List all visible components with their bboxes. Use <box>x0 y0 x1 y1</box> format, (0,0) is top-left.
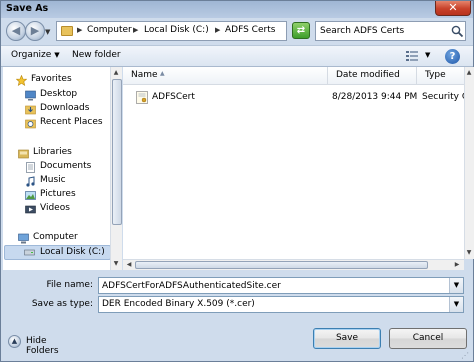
column-header-label: Name <box>131 70 158 80</box>
organize-menu[interactable]: Organize ▼ <box>11 50 60 60</box>
nav-favorites-label: Favorites <box>31 74 72 84</box>
recent-locations-dropdown[interactable]: ▼ <box>45 28 50 36</box>
nav-pane-scrollbar[interactable]: ▲ ▼ <box>110 67 122 270</box>
chevron-up-icon: ▲ <box>8 335 21 348</box>
nav-computer-label: Computer <box>33 232 78 242</box>
music-icon <box>26 176 35 187</box>
nav-libraries-label: Libraries <box>33 147 72 157</box>
file-name-label: File name: <box>46 280 93 290</box>
navigation-pane: Favorites Desktop Downloads Recent Place… <box>3 67 119 270</box>
scroll-down-arrow[interactable]: ▼ <box>111 260 121 267</box>
title-bar[interactable]: Save As ✕ <box>1 1 473 18</box>
sort-ascending-icon: ▲ <box>160 70 165 77</box>
resize-grip-icon[interactable]: ⋰ <box>461 351 469 360</box>
certificate-file-icon <box>136 91 148 104</box>
save-button[interactable]: Save <box>313 328 381 349</box>
chevron-right-icon[interactable]: ▶ <box>215 26 220 34</box>
chevron-down-icon[interactable]: ▼ <box>449 297 463 312</box>
file-date-modified: 8/28/2013 9:44 PM <box>332 92 418 102</box>
nav-item-label: Desktop <box>40 89 78 99</box>
save-as-type-label: Save as type: <box>31 299 93 309</box>
refresh-button[interactable]: ⇄ <box>292 22 310 39</box>
save-as-type-select[interactable]: DER Encoded Binary X.509 (*.cer) ▼ <box>98 296 464 313</box>
recent-places-icon <box>25 119 36 129</box>
table-row[interactable]: ADFSCert 8/28/2013 9:44 PM Security Cert <box>136 90 464 106</box>
scroll-left-arrow[interactable]: ◀ <box>124 261 134 268</box>
view-dropdown[interactable]: ▼ <box>425 51 430 59</box>
save-as-dialog: Save As ✕ ◀ ▶ ▼ ▶ Computer ▶ Local Disk … <box>0 0 474 362</box>
hide-folders-label: Hide Folders <box>26 336 59 356</box>
nav-scroll-thumb[interactable] <box>112 79 122 225</box>
nav-item-label: Recent Places <box>40 117 103 127</box>
folder-icon <box>61 26 73 36</box>
column-header-label: Type <box>425 70 446 80</box>
computer-icon <box>18 233 29 244</box>
chevron-down-icon: ▼ <box>54 51 60 59</box>
column-header-type[interactable]: Type <box>417 67 464 85</box>
scroll-down-arrow[interactable]: ▼ <box>465 249 473 256</box>
close-button[interactable]: ✕ <box>435 1 471 16</box>
chevron-down-icon[interactable]: ▼ <box>449 278 463 293</box>
save-as-type-value: DER Encoded Binary X.509 (*.cer) <box>102 299 255 309</box>
search-input[interactable] <box>316 22 449 40</box>
desktop-icon <box>25 90 36 101</box>
pictures-icon <box>25 191 36 200</box>
forward-button[interactable]: ▶ <box>25 21 45 41</box>
cancel-button[interactable]: Cancel <box>389 328 467 349</box>
window-title: Save As <box>6 3 49 14</box>
breadcrumb-computer[interactable]: Computer <box>87 25 132 35</box>
horizontal-scroll-thumb[interactable] <box>135 261 428 269</box>
help-button[interactable]: ? <box>445 49 460 64</box>
nav-item-label: Pictures <box>40 189 76 199</box>
nav-item-label: Music <box>40 175 66 185</box>
back-button[interactable]: ◀ <box>6 21 26 41</box>
chevron-right-icon[interactable]: ▶ <box>133 26 138 34</box>
new-folder-button[interactable]: New folder <box>72 50 121 60</box>
file-list-horizontal-scrollbar[interactable]: ◀ ▶ <box>123 259 464 270</box>
downloads-folder-icon <box>25 105 36 115</box>
documents-icon <box>26 162 35 173</box>
breadcrumb-local-disk[interactable]: Local Disk (C:) <box>144 25 209 35</box>
column-header-name[interactable]: Name ▲ <box>123 67 328 85</box>
view-options-icon[interactable] <box>405 50 419 62</box>
scroll-up-arrow[interactable]: ▲ <box>465 69 473 76</box>
nav-item-label: Documents <box>40 161 92 171</box>
nav-item-label: Videos <box>40 203 70 213</box>
organize-label: Organize <box>11 50 52 60</box>
search-box[interactable] <box>315 21 466 41</box>
file-list-vertical-scrollbar[interactable]: ▲ ▼ <box>464 67 474 259</box>
scroll-up-arrow[interactable]: ▲ <box>111 69 121 76</box>
star-icon <box>16 75 27 86</box>
file-name: ADFSCert <box>152 92 195 102</box>
nav-item-label: Downloads <box>40 103 90 113</box>
navigation-bar: ◀ ▶ ▼ ▶ Computer ▶ Local Disk (C:) ▶ ADF… <box>1 18 473 45</box>
file-type: Security Cert <box>422 92 464 102</box>
file-list: Name ▲ Date modified Type ADFSCert 8/28/… <box>123 67 464 259</box>
drive-icon <box>24 249 35 256</box>
chevron-right-icon[interactable]: ▶ <box>77 26 82 34</box>
file-name-input[interactable] <box>99 278 445 293</box>
address-bar[interactable]: ▶ Computer ▶ Local Disk (C:) ▶ ADFS Cert… <box>56 21 337 41</box>
breadcrumb-adfs-certs[interactable]: ADFS Certs <box>225 25 275 35</box>
column-header-label: Date modified <box>336 70 400 80</box>
search-icon[interactable] <box>451 25 464 38</box>
videos-icon <box>25 205 36 214</box>
nav-item-label: Local Disk (C:) <box>40 247 105 257</box>
file-name-field[interactable]: ▼ <box>98 277 464 294</box>
nav-item-local-disk[interactable]: Local Disk (C:) <box>4 245 111 260</box>
scroll-right-arrow[interactable]: ▶ <box>452 261 462 268</box>
hide-folders-button[interactable]: ▲ Hide Folders <box>8 333 76 356</box>
command-bar: Organize ▼ New folder ▼ ? <box>1 45 473 67</box>
column-header-date-modified[interactable]: Date modified <box>328 67 417 85</box>
libraries-icon <box>18 149 29 159</box>
